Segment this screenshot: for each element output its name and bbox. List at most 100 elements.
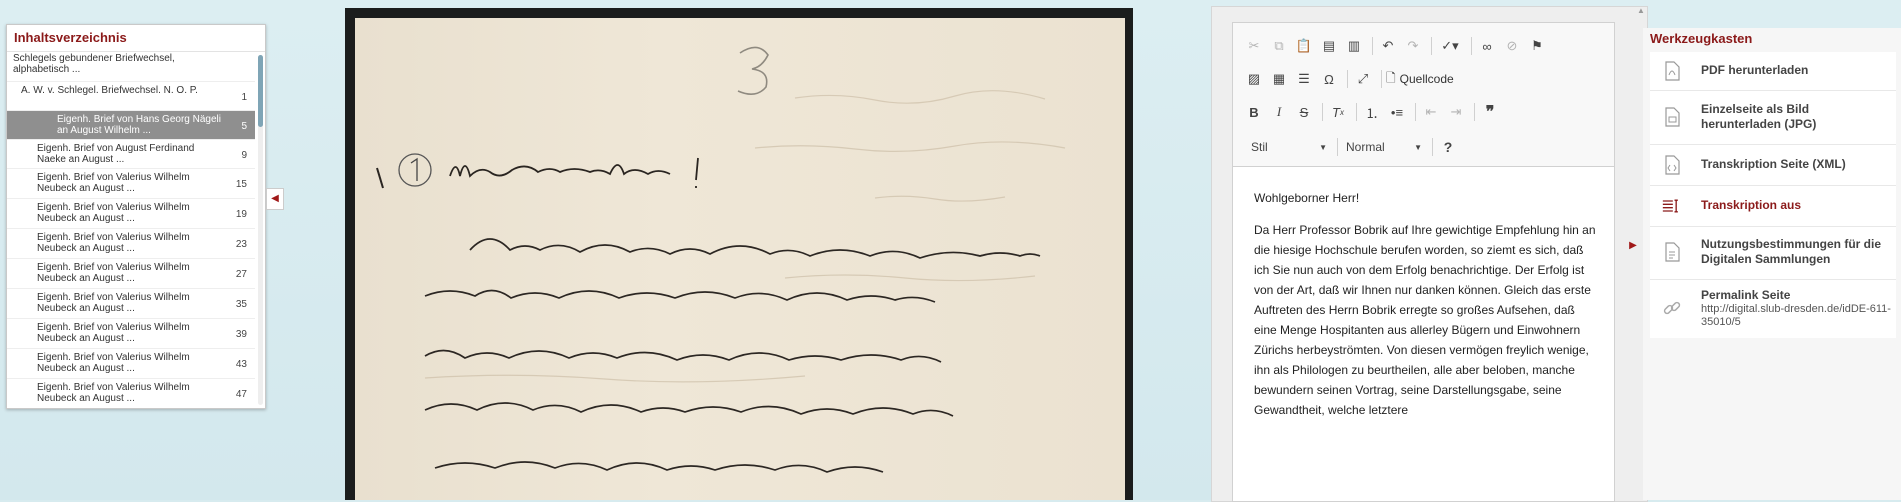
toc-item-page: 39	[235, 329, 247, 340]
toc-item[interactable]: A. W. v. Schlegel. Briefwechsel. N. O. P…	[7, 82, 255, 111]
toc-item-label: Eigenh. Brief von Valerius Wilhelm Neube…	[37, 202, 190, 224]
toc-item-label: Schlegels gebundener Briefwechsel, alpha…	[13, 53, 175, 75]
xml-file-icon	[1662, 155, 1682, 175]
collapse-toc-button[interactable]: ◀	[266, 188, 284, 210]
tool-label: Transkription Seite (XML)	[1701, 157, 1846, 171]
pdf-download-link[interactable]: PDF herunterladen	[1650, 52, 1896, 91]
toolbar-separator	[1432, 138, 1433, 156]
toc-item[interactable]: Schlegels gebundener Briefwechsel, alpha…	[7, 53, 255, 82]
chevron-down-icon: ▼	[1319, 142, 1327, 152]
toc-item[interactable]: Eigenh. Brief von Valerius Wilhelm Neube…	[7, 319, 255, 349]
toc-item-page: 19	[235, 209, 247, 220]
toc-item[interactable]: Eigenh. Brief von Valerius Wilhelm Neube…	[7, 169, 255, 199]
toolbar-separator	[1431, 37, 1432, 55]
unlink-icon[interactable]: ⊘	[1501, 35, 1523, 57]
redo-icon[interactable]: ↷	[1402, 35, 1424, 57]
italic-icon[interactable]: I	[1268, 101, 1290, 123]
toc-item[interactable]: Eigenh. Brief von Valerius Wilhelm Neube…	[7, 259, 255, 289]
help-button[interactable]: ?	[1437, 136, 1459, 158]
table-icon[interactable]: ▦	[1268, 68, 1290, 90]
toc-scrollbar-thumb[interactable]	[258, 55, 263, 127]
terms-of-use-link[interactable]: Nutzungsbestimmungen für die Digitalen S…	[1650, 227, 1896, 280]
horizontal-line-icon[interactable]: ☰	[1293, 68, 1315, 90]
image-icon[interactable]: ▨	[1243, 68, 1265, 90]
format-dropdown[interactable]: Normal ▼	[1342, 140, 1428, 154]
style-dropdown-label: Stil	[1251, 140, 1268, 154]
jpg-download-link[interactable]: Einzelseite als Bild herunterladen (JPG)	[1650, 91, 1896, 145]
transcription-editor[interactable]: ✂ ⧉ 📋 ▤ ▥ ↶ ↷ ✓▾ ∞ ⊘ ⚑ ▨ ▦ ☰ Ω ⤢ 🗋 Quell…	[1232, 22, 1615, 502]
style-dropdown[interactable]: Stil ▼	[1243, 140, 1333, 154]
tool-label: Transkription aus	[1701, 198, 1802, 212]
undo-icon[interactable]: ↶	[1377, 35, 1399, 57]
anchor-flag-icon[interactable]: ⚑	[1526, 35, 1548, 57]
spellcheck-icon[interactable]: ✓▾	[1436, 35, 1464, 57]
transcription-off-toggle[interactable]: Transkription aus	[1650, 186, 1896, 227]
toolbar-row-1: ✂ ⧉ 📋 ▤ ▥ ↶ ↷ ✓▾ ∞ ⊘ ⚑	[1243, 33, 1551, 59]
handwriting-drawing	[376, 46, 1066, 473]
xml-transcription-link[interactable]: Transkription Seite (XML)	[1650, 145, 1896, 186]
special-char-icon[interactable]: Ω	[1318, 68, 1340, 90]
toc-title: Inhaltsverzeichnis	[7, 25, 265, 52]
paste-icon[interactable]: 📋	[1293, 35, 1315, 57]
toc-item-label: Eigenh. Brief von Valerius Wilhelm Neube…	[37, 172, 190, 194]
toc-list: Schlegels gebundener Briefwechsel, alpha…	[7, 53, 255, 405]
source-button[interactable]: 🗋 Quellcode	[1386, 69, 1454, 90]
toolbar-separator	[1347, 70, 1348, 88]
remove-format-icon[interactable]: Tx	[1327, 101, 1349, 123]
scroll-up-arrow-icon[interactable]: ▲	[1636, 6, 1646, 20]
strikethrough-icon[interactable]: S	[1293, 101, 1315, 123]
blockquote-icon[interactable]: ❞	[1479, 101, 1501, 123]
toc-item-page: 1	[241, 92, 247, 103]
link-icon[interactable]: ∞	[1476, 35, 1498, 57]
toolbar-separator	[1471, 37, 1472, 55]
editor-paragraph: Da Herr Professor Bobrik auf Ihre gewich…	[1254, 223, 1596, 417]
numbered-list-icon[interactable]: ⒈	[1361, 101, 1383, 123]
copy-icon[interactable]: ⧉	[1268, 35, 1290, 57]
toc-scrollbar[interactable]	[258, 55, 263, 405]
toolbar-row-4: Stil ▼ Normal ▼ ?	[1243, 134, 1462, 160]
toolbox-title: Werkzeugkasten	[1650, 31, 1753, 46]
toc-item-page: 5	[241, 121, 247, 132]
maximize-icon[interactable]: ⤢	[1352, 68, 1374, 90]
permalink-item[interactable]: Permalink Seite http://digital.slub-dres…	[1650, 280, 1896, 338]
transcription-icon	[1662, 196, 1682, 216]
indent-icon[interactable]: ⇥	[1445, 101, 1467, 123]
toc-item[interactable]: Eigenh. Brief von Valerius Wilhelm Neube…	[7, 349, 255, 379]
tool-label: Einzelseite als Bild herunterladen (JPG)	[1701, 102, 1817, 131]
toolbar-row-3: B I S Tx ⒈ •≡ ⇤ ⇥ ❞	[1243, 99, 1504, 125]
image-file-icon	[1662, 107, 1682, 127]
bulleted-list-icon[interactable]: •≡	[1386, 101, 1408, 123]
toc-item[interactable]: Eigenh. Brief von Valerius Wilhelm Neube…	[7, 229, 255, 259]
toc-item-label: Eigenh. Brief von Hans Georg Nägeli an A…	[57, 114, 221, 136]
format-dropdown-label: Normal	[1346, 140, 1385, 154]
cut-icon[interactable]: ✂	[1243, 35, 1265, 57]
bold-icon[interactable]: B	[1243, 101, 1265, 123]
toc-item-page: 43	[235, 359, 247, 370]
toc-item-page: 15	[235, 179, 247, 190]
chain-link-icon	[1662, 298, 1682, 318]
toc-item[interactable]: Eigenh. Brief von Valerius Wilhelm Neube…	[7, 199, 255, 229]
toc-item-label: Eigenh. Brief von Valerius Wilhelm Neube…	[37, 292, 190, 314]
manuscript-viewer[interactable]	[345, 8, 1133, 500]
toc-item-page: 35	[235, 299, 247, 310]
toolbar-separator	[1356, 103, 1357, 121]
toolbar-separator	[1337, 138, 1338, 156]
toolbar-separator	[1322, 103, 1323, 121]
toc-item-page: 27	[235, 269, 247, 280]
paste-text-icon[interactable]: ▤	[1318, 35, 1340, 57]
source-button-label: Quellcode	[1399, 72, 1454, 86]
toc-item-page: 47	[235, 389, 247, 400]
outdent-icon[interactable]: ⇤	[1420, 101, 1442, 123]
terms-document-icon	[1662, 242, 1682, 262]
toc-item-active[interactable]: Eigenh. Brief von Hans Georg Nägeli an A…	[7, 111, 255, 140]
manuscript-page-image	[355, 18, 1125, 500]
tool-label: Nutzungsbestimmungen für die Digitalen S…	[1701, 237, 1881, 266]
toc-item[interactable]: Eigenh. Brief von Valerius Wilhelm Neube…	[7, 289, 255, 319]
editor-content[interactable]: Wohlgeborner Herr! Da Herr Professor Bob…	[1254, 188, 1599, 432]
paste-word-icon[interactable]: ▥	[1343, 35, 1365, 57]
toggle-toolbox-button[interactable]: ▶	[1625, 236, 1641, 256]
permalink-url[interactable]: http://digital.slub-dresden.de/idDE-611-…	[1701, 303, 1891, 329]
toc-item[interactable]: Eigenh. Brief von Valerius Wilhelm Neube…	[7, 379, 255, 405]
caret-left-icon: ◀	[271, 193, 279, 204]
toc-item[interactable]: Eigenh. Brief von August Ferdinand Naeke…	[7, 140, 255, 169]
